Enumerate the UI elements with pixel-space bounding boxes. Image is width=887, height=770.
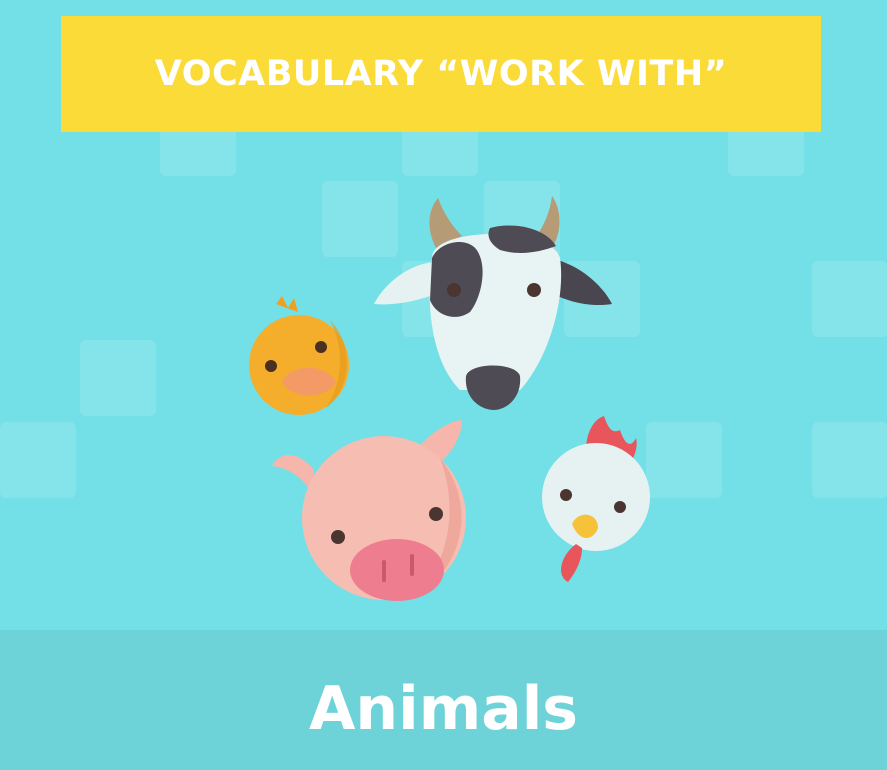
footer-band: Animals xyxy=(0,630,887,770)
chicken-icon xyxy=(542,416,650,582)
cow-icon xyxy=(374,196,612,410)
pig-icon xyxy=(272,420,466,601)
chick-icon xyxy=(249,296,349,415)
footer-title: Animals xyxy=(308,674,578,744)
